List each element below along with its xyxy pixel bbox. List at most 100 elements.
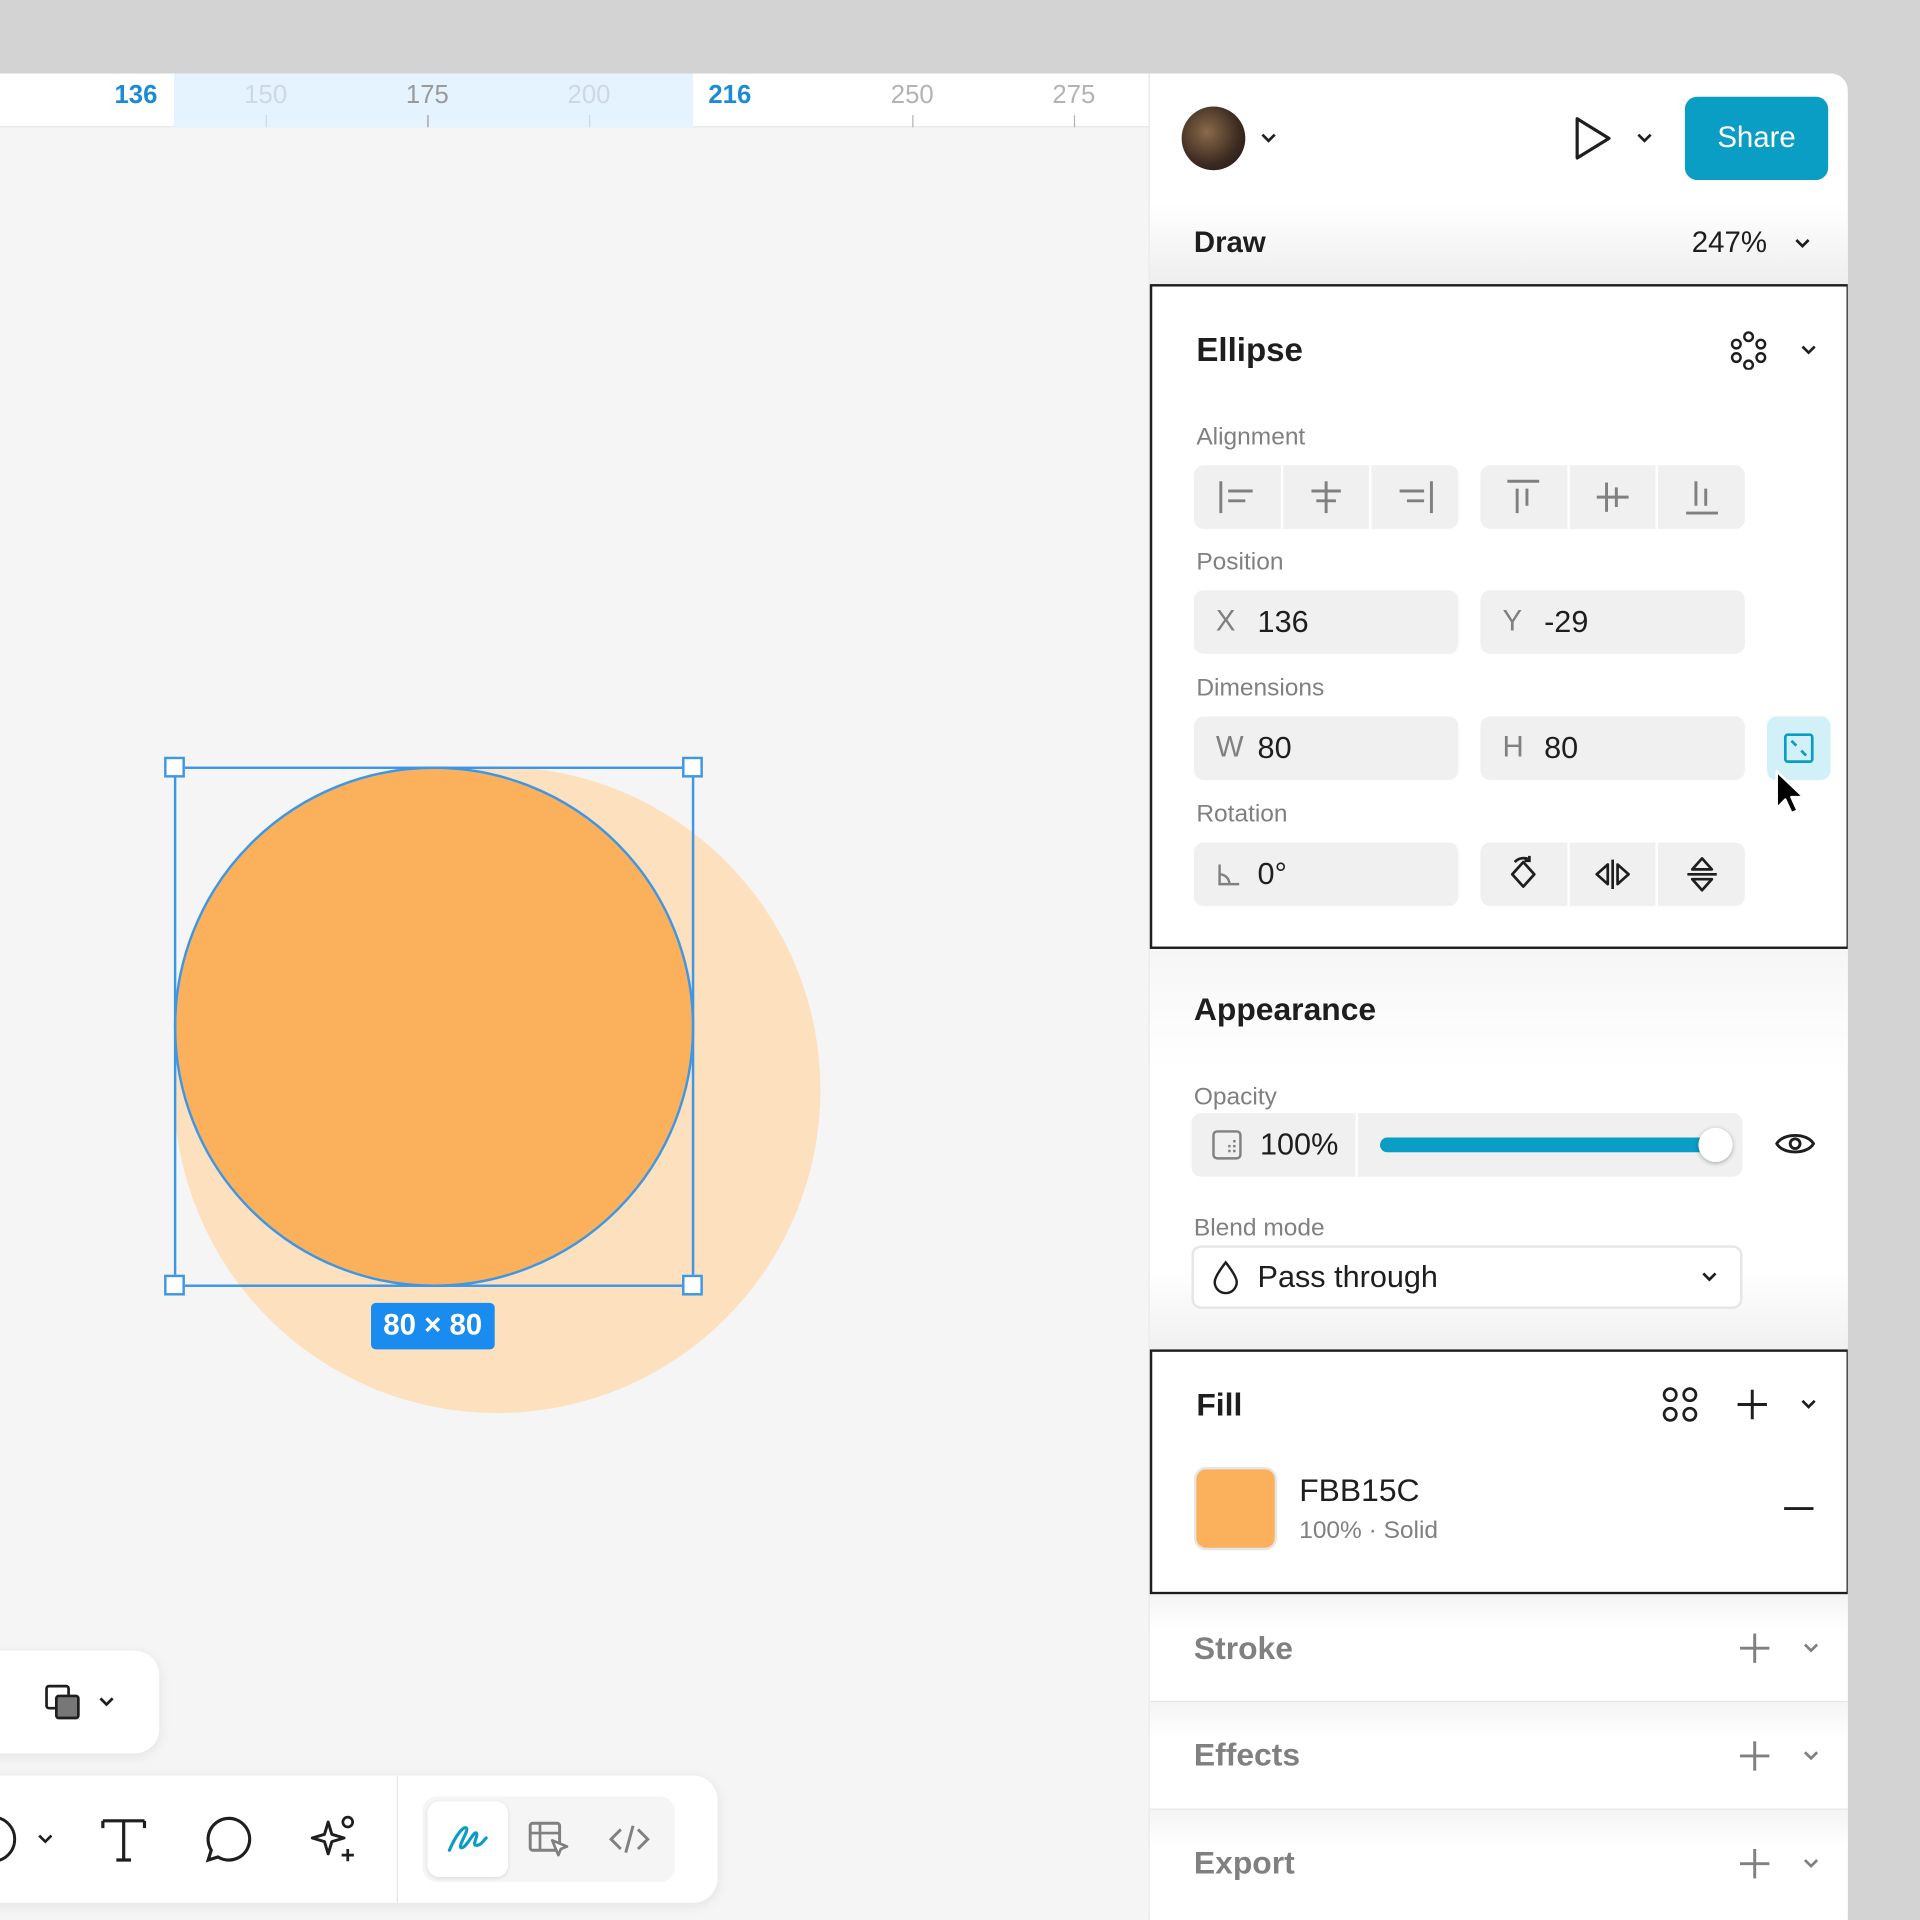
- dimensions-label: Dimensions: [1196, 674, 1325, 702]
- fill-info: FBB15C 100% · Solid: [1299, 1472, 1780, 1545]
- align-right-button[interactable]: [1372, 465, 1459, 529]
- component-icon[interactable]: [1729, 331, 1768, 370]
- ruler-tick-label: 250: [890, 80, 934, 109]
- position-x-field[interactable]: X 136: [1193, 590, 1459, 654]
- chevron-down-icon[interactable]: [1802, 1642, 1819, 1654]
- chevron-down-icon[interactable]: [98, 1696, 115, 1708]
- fill-title: Fill: [1196, 1385, 1243, 1423]
- align-top-icon: [1507, 479, 1540, 514]
- position-x-value: 136: [1257, 604, 1309, 639]
- flip-vertical-icon: [1686, 857, 1717, 892]
- flip-horizontal-icon: [1595, 859, 1630, 889]
- chevron-down-icon[interactable]: [1794, 238, 1811, 250]
- add-stroke-icon[interactable]: [1736, 1630, 1773, 1667]
- chevron-down-icon[interactable]: [1260, 132, 1277, 144]
- ruler-tick-label: 136: [114, 80, 158, 109]
- position-label: Position: [1196, 548, 1284, 576]
- opacity-field[interactable]: 100%: [1191, 1113, 1358, 1177]
- resize-handle-top-right[interactable]: [682, 756, 703, 778]
- align-left-button[interactable]: [1194, 465, 1283, 529]
- opacity-fill: [1380, 1137, 1716, 1153]
- align-right-icon: [1399, 481, 1433, 514]
- share-button[interactable]: Share: [1684, 96, 1829, 181]
- chevron-down-icon[interactable]: [1800, 344, 1817, 356]
- panel-topbar: Share: [1150, 73, 1848, 203]
- height-field[interactable]: H 80: [1480, 716, 1745, 781]
- eye-icon[interactable]: [1774, 1128, 1816, 1160]
- zoom-level[interactable]: 247%: [1692, 227, 1767, 261]
- width-value: 80: [1257, 730, 1292, 765]
- layer-title: Ellipse: [1196, 331, 1303, 368]
- opacity-track: [1380, 1127, 1733, 1163]
- opacity-slider-thumb[interactable]: [1698, 1127, 1733, 1163]
- chevron-down-icon[interactable]: [1800, 1398, 1817, 1410]
- width-field[interactable]: W 80: [1193, 716, 1459, 781]
- chevron-down-icon[interactable]: [37, 1833, 54, 1845]
- opacity-slider[interactable]: [1358, 1113, 1742, 1177]
- ruler-tick-label: 200: [567, 80, 611, 109]
- align-top-button[interactable]: [1480, 465, 1570, 529]
- stroke-section[interactable]: Stroke: [1149, 1594, 1848, 1703]
- comment-tool-icon[interactable]: [203, 1813, 254, 1864]
- rotation-field[interactable]: 0°: [1193, 842, 1459, 907]
- align-middle-button[interactable]: [1569, 465, 1659, 529]
- bottom-toolbar: [0, 1775, 718, 1903]
- align-left-icon: [1219, 481, 1254, 514]
- add-export-icon[interactable]: [1736, 1845, 1773, 1882]
- blend-mode-select[interactable]: Pass through: [1191, 1245, 1743, 1309]
- styles-icon[interactable]: [1660, 1385, 1699, 1424]
- boolean-union-icon[interactable]: [44, 1684, 81, 1721]
- chevron-down-icon[interactable]: [1802, 1749, 1819, 1761]
- properties-panel: Share Draw 247% Ellipse Alignment Positi…: [1148, 73, 1848, 1920]
- ellipse-tool-icon[interactable]: [0, 1812, 24, 1866]
- play-icon[interactable]: [1570, 114, 1614, 163]
- dev-mode-button[interactable]: [589, 1801, 670, 1877]
- draw-mode-button[interactable]: [427, 1801, 509, 1878]
- remove-fill-icon[interactable]: [1780, 1490, 1817, 1527]
- ai-sparkle-icon[interactable]: [306, 1812, 360, 1866]
- resize-handle-top-left[interactable]: [164, 756, 185, 778]
- align-middle-icon: [1596, 482, 1629, 512]
- mouse-cursor-icon: [1775, 770, 1805, 815]
- stroke-title: Stroke: [1193, 1629, 1293, 1666]
- flip-horizontal-button[interactable]: [1569, 842, 1659, 907]
- fill-detail: 100% · Solid: [1299, 1517, 1439, 1545]
- alignment-label: Alignment: [1196, 423, 1306, 451]
- fill-color-swatch[interactable]: [1193, 1466, 1278, 1551]
- appearance-title: Appearance: [1193, 990, 1377, 1027]
- x-prefix: X: [1215, 604, 1236, 638]
- flip-vertical-button[interactable]: [1658, 842, 1745, 906]
- position-y-field[interactable]: Y -29: [1480, 590, 1745, 654]
- transform-group: [1480, 842, 1745, 907]
- rotation-value: 0°: [1257, 856, 1287, 891]
- chevron-down-icon[interactable]: [1802, 1857, 1819, 1869]
- app-window: 136 150 175 200 216 250 275 80 × 80 Shar…: [0, 73, 1848, 1920]
- code-icon: [608, 1825, 650, 1854]
- design-mode-button[interactable]: [508, 1801, 589, 1877]
- align-bottom-button[interactable]: [1658, 465, 1745, 529]
- size-badge: 80 × 80: [371, 1302, 495, 1350]
- selection-box[interactable]: [173, 766, 695, 1287]
- avatar[interactable]: [1181, 106, 1246, 171]
- rotate-90-button[interactable]: [1480, 842, 1570, 907]
- resize-handle-bottom-right[interactable]: [682, 1274, 703, 1296]
- ruler-tick-label: 150: [244, 80, 288, 109]
- mode-label: Draw: [1193, 226, 1266, 260]
- effects-section[interactable]: Effects: [1149, 1700, 1848, 1809]
- export-section[interactable]: Export: [1149, 1808, 1848, 1917]
- boolean-ops-panel: [0, 1650, 160, 1754]
- ruler-tick-mark: [265, 115, 267, 128]
- fill-row[interactable]: FBB15C 100% · Solid: [1152, 1457, 1846, 1560]
- add-fill-icon[interactable]: [1734, 1386, 1771, 1423]
- fill-section: Fill FBB15C 100% · Solid: [1149, 1349, 1848, 1595]
- design-canvas[interactable]: 80 × 80: [0, 127, 1149, 1920]
- align-center-h-button[interactable]: [1283, 465, 1372, 529]
- resize-handle-bottom-left[interactable]: [164, 1274, 185, 1296]
- toolbar-divider: [396, 1775, 398, 1903]
- opacity-control: 100%: [1191, 1113, 1743, 1177]
- constrain-proportions-icon: [1783, 733, 1814, 763]
- text-tool-icon[interactable]: [98, 1813, 149, 1864]
- chevron-down-icon[interactable]: [1636, 132, 1653, 144]
- ruler-tick-mark: [912, 115, 914, 128]
- add-effect-icon[interactable]: [1736, 1737, 1773, 1774]
